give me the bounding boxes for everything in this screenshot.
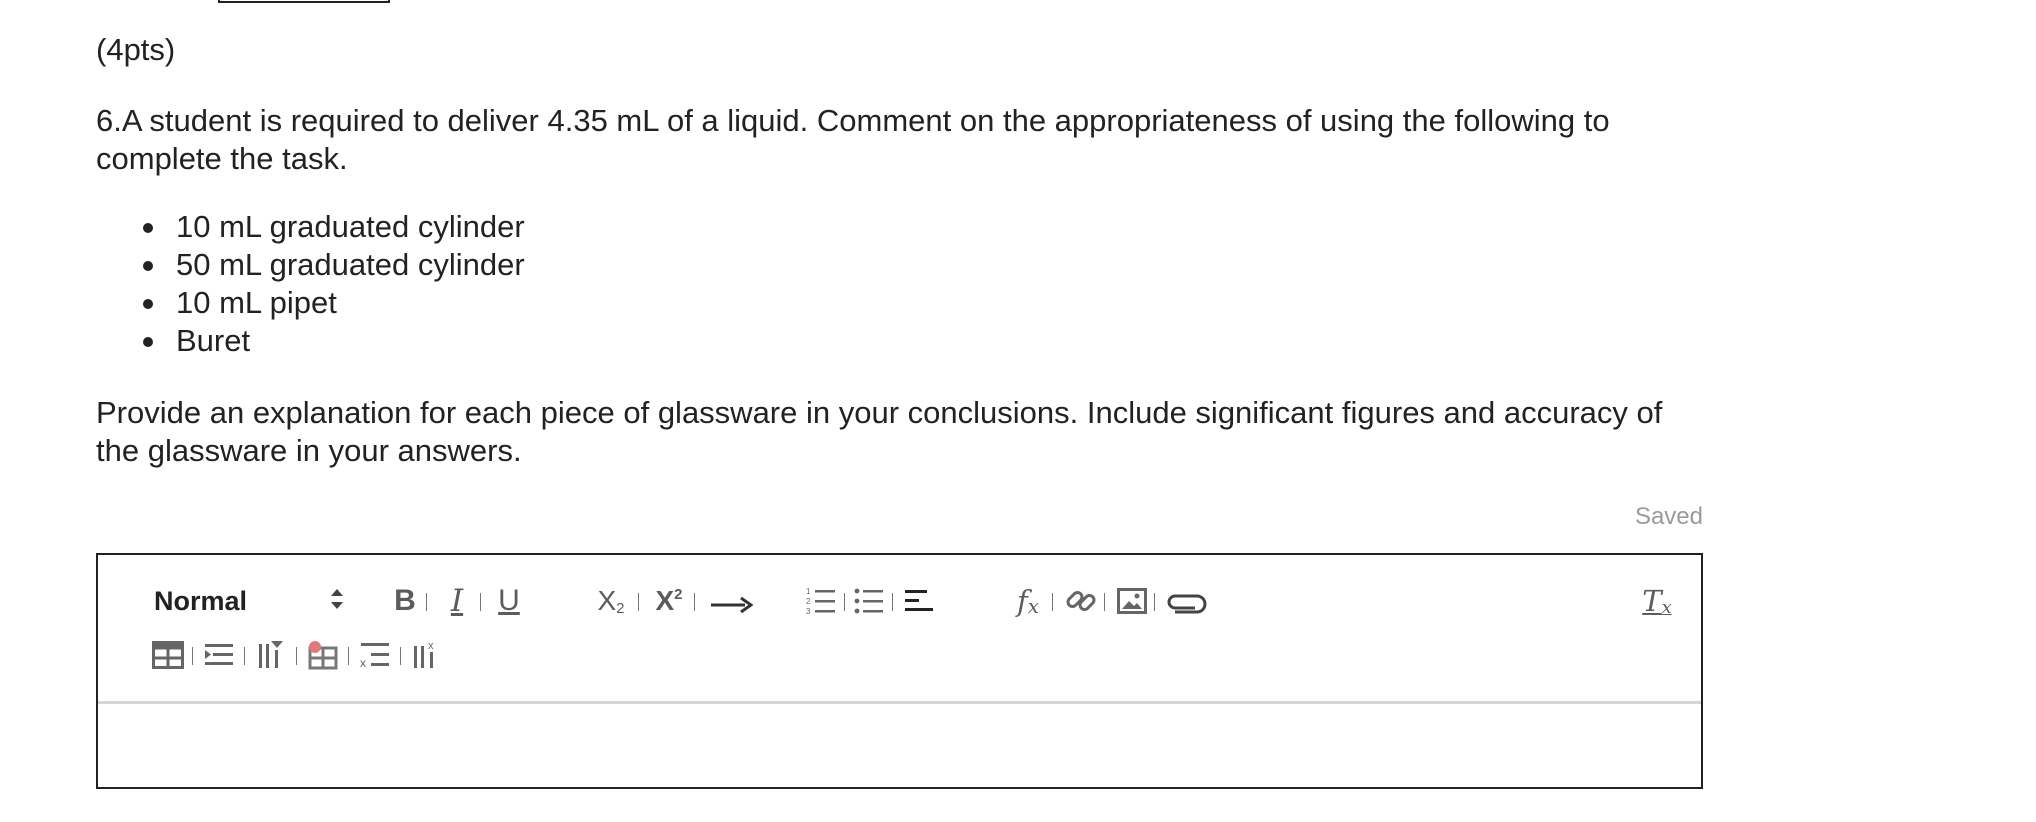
format-select[interactable]: Normal [154, 579, 344, 623]
insert-column-icon[interactable] [256, 635, 290, 675]
svg-text:1: 1 [806, 587, 811, 596]
image-icon[interactable] [1116, 583, 1148, 619]
delete-table-icon[interactable] [306, 635, 340, 675]
list-item: Buret [96, 322, 525, 360]
editor-toolbar: Normal B I U X2 X2 123 fx T x x x [98, 555, 1701, 704]
list-item: 50 mL graduated cylinder [96, 246, 525, 284]
question-points: (4pts) [96, 32, 176, 67]
superscript-icon[interactable]: X2 [650, 579, 688, 623]
question-instructions: Provide an explanation for each piece of… [96, 395, 1663, 468]
svg-text:x: x [428, 640, 434, 652]
delete-column-icon[interactable]: x [410, 635, 444, 675]
glassware-list: 10 mL graduated cylinder 50 mL graduated… [96, 208, 525, 360]
align-left-icon[interactable] [904, 583, 934, 619]
format-select-value: Normal [154, 585, 248, 616]
insert-row-icon[interactable] [202, 635, 236, 675]
rich-text-editor: Normal B I U X2 X2 123 fx T x x x [96, 553, 1703, 789]
formula-icon[interactable]: fx [1010, 579, 1046, 623]
italic-icon[interactable]: I [442, 579, 472, 623]
bold-icon[interactable]: B [390, 579, 420, 623]
select-arrows-icon [330, 587, 344, 616]
svg-text:x: x [360, 656, 366, 670]
clear-format-icon[interactable]: Tx [1638, 579, 1676, 623]
delete-row-icon[interactable]: x [358, 635, 392, 675]
underline-icon[interactable]: U [494, 579, 524, 623]
list-item: 10 mL graduated cylinder [96, 208, 525, 246]
link-icon[interactable] [1064, 581, 1098, 621]
arrow-icon[interactable] [708, 583, 754, 627]
previous-answer-field-edge [218, 0, 390, 3]
editor-content-area[interactable] [98, 704, 1701, 787]
attachment-icon[interactable] [1164, 585, 1208, 625]
list-item: 10 mL pipet [96, 284, 525, 322]
save-status: Saved [1634, 503, 1703, 530]
table-icon[interactable] [150, 635, 186, 675]
bullet-list-icon[interactable] [854, 583, 884, 619]
question-prompt: 6.A student is required to deliver 4.35 … [96, 103, 1610, 176]
svg-text:3: 3 [806, 607, 811, 616]
ordered-list-icon[interactable]: 123 [806, 583, 836, 619]
svg-text:2: 2 [806, 597, 811, 606]
subscript-icon[interactable]: X2 [592, 579, 630, 623]
